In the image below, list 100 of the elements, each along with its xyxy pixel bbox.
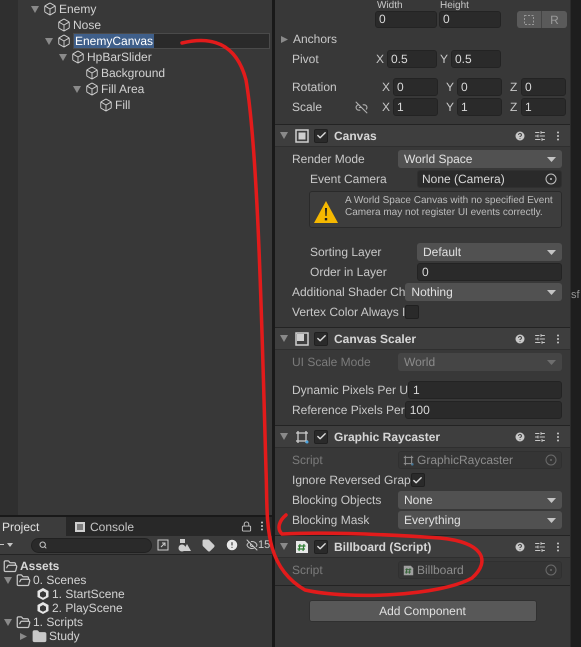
unity-scene-icon: [36, 601, 50, 615]
dropdown-arrow-icon: [547, 498, 556, 502]
caret-icon[interactable]: [45, 38, 53, 44]
search-scope-icon[interactable]: [156, 538, 170, 552]
unlinked-icon[interactable]: [355, 100, 368, 114]
dropdown[interactable]: World Space: [398, 150, 562, 168]
check-icon: [316, 130, 326, 141]
checkbox[interactable]: [405, 305, 420, 319]
hierarchy-item[interactable]: HpBarSlider: [87, 49, 152, 65]
caret-icon[interactable]: [281, 36, 289, 42]
help-icon[interactable]: [514, 540, 526, 552]
number-field[interactable]: 0: [439, 11, 501, 28]
dropdown[interactable]: None: [398, 491, 562, 509]
dropdown-arrow-icon: [547, 250, 556, 254]
number-field[interactable]: 0: [417, 263, 562, 281]
alert-icon[interactable]: [225, 538, 239, 552]
settings-sliders-icon[interactable]: [534, 430, 546, 442]
property-label: Script: [291, 452, 324, 469]
anchors-foldout[interactable]: Anchors: [293, 30, 338, 48]
enable-checkbox[interactable]: [314, 332, 328, 346]
dropdown-arrow-icon: [547, 518, 556, 522]
dropdown[interactable]: Everything: [398, 511, 562, 529]
property-label: Scale: [292, 99, 324, 116]
axis-label: X: [382, 99, 392, 116]
number-field[interactable]: 0: [393, 78, 438, 96]
component-header[interactable]: Canvas: [275, 125, 570, 147]
component-title: Graphic Raycaster: [334, 428, 442, 446]
dropdown[interactable]: Default: [417, 243, 562, 261]
script-icon: [295, 540, 309, 554]
hierarchy-item[interactable]: Background: [101, 65, 166, 81]
number-field[interactable]: 1: [408, 381, 562, 399]
cube-icon: [57, 18, 71, 32]
property-label: Order in Layer: [309, 264, 388, 281]
dropdown[interactable]: Nothing: [405, 283, 562, 301]
axis-label: X: [382, 79, 392, 96]
check-icon: [316, 431, 326, 442]
add-component-button[interactable]: Add Component: [308, 600, 536, 622]
axis-label: X: [376, 51, 386, 68]
property-label: Ignore Reversed Grap: [291, 472, 411, 489]
cube-icon: [85, 82, 99, 96]
hierarchy-item[interactable]: Nose: [73, 17, 102, 33]
hierarchy-item[interactable]: Fill Area: [101, 81, 144, 97]
number-field[interactable]: 0.5: [387, 50, 437, 68]
number-field[interactable]: 0: [457, 78, 502, 96]
caret-icon[interactable]: [280, 132, 288, 139]
type-filter-icon[interactable]: [177, 538, 193, 552]
hierarchy-item[interactable]: EnemyCanvas: [73, 33, 270, 49]
caret-icon[interactable]: [73, 86, 81, 92]
cube-icon: [71, 50, 85, 64]
number-field[interactable]: 1: [521, 98, 566, 116]
component-header[interactable]: Billboard (Script): [275, 536, 570, 558]
caret-icon[interactable]: [280, 335, 288, 342]
add-dropdown-icon[interactable]: [0, 541, 14, 549]
hidden-eye-icon[interactable]: [246, 539, 258, 551]
property-label: Pivot: [292, 51, 320, 68]
cube-icon: [57, 34, 71, 48]
enable-checkbox[interactable]: [314, 430, 328, 444]
console-icon: [74, 520, 86, 532]
number-field[interactable]: 100: [404, 401, 562, 419]
object-field[interactable]: None (Camera): [417, 170, 562, 188]
help-icon[interactable]: [514, 430, 526, 442]
settings-sliders-icon[interactable]: [534, 540, 546, 552]
enable-checkbox[interactable]: [314, 128, 328, 142]
number-field[interactable]: 0: [375, 11, 437, 28]
dropdown-arrow-icon: [547, 360, 556, 364]
caret-icon[interactable]: [59, 54, 67, 60]
help-icon[interactable]: [514, 130, 526, 142]
caret-icon[interactable]: [4, 576, 12, 584]
caret-icon[interactable]: [280, 433, 288, 440]
panel-tab[interactable]: Console: [66, 517, 142, 536]
number-field[interactable]: 0: [521, 78, 566, 96]
hierarchy-item[interactable]: Enemy: [59, 1, 96, 17]
panel-tab[interactable]: Project: [0, 517, 66, 536]
settings-sliders-icon[interactable]: [534, 332, 546, 344]
property-label: Width: [376, 0, 404, 11]
number-field[interactable]: 1: [457, 98, 502, 116]
caret-icon[interactable]: [280, 543, 288, 550]
number-field[interactable]: 0.5: [451, 50, 501, 68]
enable-checkbox[interactable]: [314, 540, 328, 554]
component-title: Billboard (Script): [334, 538, 432, 556]
number-field[interactable]: 1: [393, 98, 438, 116]
caret-icon[interactable]: [31, 6, 39, 12]
property-label: Rotation: [292, 79, 338, 96]
object-picker-icon[interactable]: [545, 173, 557, 185]
component-header[interactable]: Graphic Raycaster: [275, 426, 570, 448]
blueprint-mode-button[interactable]: [517, 11, 541, 28]
help-icon[interactable]: [514, 332, 526, 344]
label-filter-icon[interactable]: [202, 538, 215, 552]
checkbox[interactable]: [410, 473, 425, 487]
raycaster-icon: [295, 430, 309, 444]
search-field[interactable]: [31, 538, 152, 552]
edge-text: sf: [571, 289, 581, 302]
property-label: Sorting Layer: [309, 244, 382, 261]
lock-icon[interactable]: [241, 521, 252, 532]
property-label: Render Mode: [291, 151, 366, 168]
component-header[interactable]: Canvas Scaler: [275, 328, 570, 350]
cube-icon: [99, 98, 113, 112]
unity-scene-icon: [36, 587, 50, 601]
settings-sliders-icon[interactable]: [534, 130, 546, 142]
hierarchy-item[interactable]: Fill: [115, 97, 130, 113]
